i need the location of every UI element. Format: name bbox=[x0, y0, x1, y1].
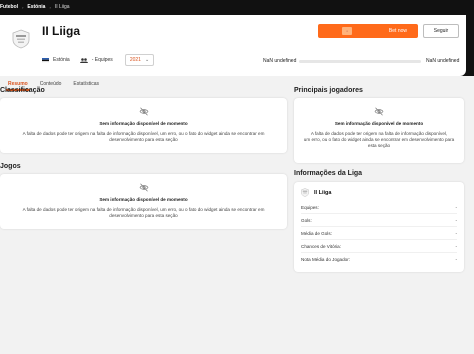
breadcrumb-item-league: II Liiga bbox=[54, 4, 70, 10]
empty-state-line: desenvolvimento para esta seção bbox=[109, 137, 178, 142]
follow-button[interactable]: Seguir bbox=[423, 24, 459, 38]
section-title-jogos: Jogos bbox=[0, 163, 21, 170]
odds-left: NaN undefined bbox=[263, 58, 297, 64]
empty-state-title: Sem informação disponível de momento bbox=[99, 121, 188, 126]
breadcrumb: Futebol › Estónia › II Liiga bbox=[0, 3, 70, 11]
odds-right: NaN undefined bbox=[426, 58, 460, 64]
matches-card: Sem informação disponível de momento A f… bbox=[0, 174, 287, 229]
info-row-teams: Equipes: - bbox=[301, 201, 457, 214]
league-info-card: II Liiga Equipes: - Gols: - Média de Gol… bbox=[294, 182, 464, 272]
info-label: Nota Média do Jogador: bbox=[301, 257, 351, 262]
chevron-down-icon: ⌄ bbox=[144, 57, 150, 63]
bookmaker-logo-icon: ▪ bbox=[342, 27, 352, 35]
info-value: - bbox=[455, 204, 457, 210]
info-label: Chances de Vitória: bbox=[301, 243, 342, 249]
empty-state-line: desenvolvimento para esta seção bbox=[109, 213, 178, 218]
tab-estatisticas[interactable]: Estatísticas bbox=[73, 81, 99, 87]
info-value: - bbox=[455, 243, 457, 249]
info-row-player-rating: Nota Média do Jogador: - bbox=[301, 253, 457, 266]
bet-now-label: Bet now bbox=[388, 28, 407, 34]
top-players-card: Sem informação disponível de momento A f… bbox=[294, 98, 464, 163]
section-title-jogadores: Principais jogadores bbox=[294, 87, 363, 94]
odds-bar bbox=[299, 60, 421, 63]
info-value: - bbox=[455, 217, 457, 223]
empty-state-text: A falta de dados pode ter origem na falt… bbox=[0, 130, 287, 143]
empty-state-title: Sem informação disponível de momento bbox=[99, 197, 188, 202]
teams-icon bbox=[79, 57, 88, 63]
bet-now-button[interactable]: ▪ Bet now bbox=[318, 24, 418, 38]
eye-slash-icon bbox=[139, 107, 148, 116]
info-label: Equipes: bbox=[301, 204, 319, 210]
league-meta: Estónia - Equipes 2021 ⌄ bbox=[42, 54, 155, 66]
breadcrumb-separator: › bbox=[22, 4, 24, 10]
empty-state-text: A falta de dados pode ter origem na falt… bbox=[0, 206, 287, 219]
section-title-info: Informações da Liga bbox=[294, 170, 363, 177]
league-logo bbox=[301, 188, 309, 197]
country-label[interactable]: Estónia bbox=[53, 57, 70, 63]
flag-icon bbox=[42, 57, 49, 63]
season-select[interactable]: 2021 ⌄ bbox=[124, 54, 155, 66]
teams-label: - Equipes bbox=[91, 57, 113, 63]
section-title-classificacao: Classificação bbox=[0, 87, 45, 94]
standings-card: Sem informação disponível de momento A f… bbox=[0, 98, 287, 153]
breadcrumb-separator: › bbox=[49, 4, 51, 10]
breadcrumb-item-futebol[interactable]: Futebol bbox=[0, 4, 18, 10]
info-row-avg-goals: Média de Gols: - bbox=[301, 227, 457, 240]
info-value: - bbox=[455, 257, 457, 262]
eye-slash-icon bbox=[139, 183, 148, 192]
eye-slash-icon bbox=[374, 107, 384, 116]
info-label: Gols: bbox=[301, 217, 312, 223]
info-row-win-chances: Chances de Vitória: - bbox=[301, 240, 457, 253]
empty-state-text: A falta de dados pode ter origem na falt… bbox=[294, 130, 464, 149]
empty-state-title: Sem informação disponível de momento bbox=[334, 121, 424, 126]
breadcrumb-item-estonia[interactable]: Estónia bbox=[27, 4, 45, 10]
info-label: Média de Gols: bbox=[301, 230, 332, 236]
league-logo bbox=[12, 29, 30, 49]
info-value: - bbox=[455, 230, 457, 236]
info-row-goals: Gols: - bbox=[301, 214, 457, 227]
league-info-name: II Liiga bbox=[314, 189, 332, 196]
league-header: II Liiga Estónia - Equipes 2021 ⌄ ▪ Bet … bbox=[0, 15, 466, 91]
season-value: 2021 bbox=[129, 57, 141, 63]
page-title: II Liiga bbox=[42, 24, 81, 38]
empty-state-line: esta seção bbox=[367, 143, 391, 148]
league-info-header: II Liiga bbox=[294, 182, 464, 201]
